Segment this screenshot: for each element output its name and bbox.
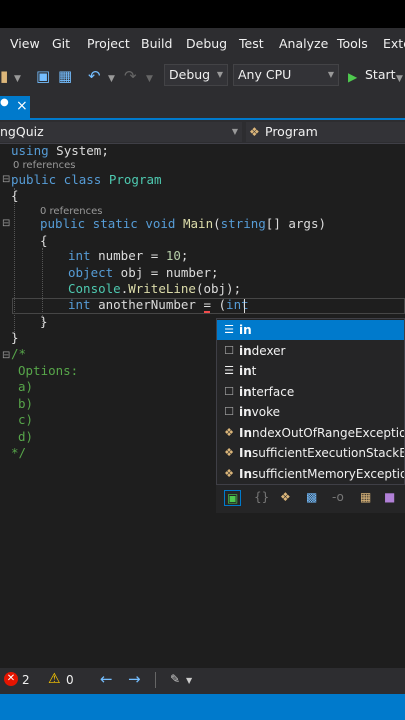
class-icon: ❖ bbox=[224, 426, 234, 439]
interface-filter-icon[interactable]: -o bbox=[332, 490, 344, 504]
completion-item[interactable]: ❖ InsufficientMemoryException bbox=[217, 464, 404, 484]
struct-filter-icon[interactable]: ▩ bbox=[306, 490, 317, 504]
completion-item[interactable]: ☰ int bbox=[217, 361, 404, 381]
undo-icon[interactable]: ↶ bbox=[88, 66, 101, 86]
code-line: } bbox=[11, 330, 19, 345]
undo-dropdown-icon[interactable]: ▼ bbox=[108, 69, 115, 89]
save-icon[interactable]: ▣ bbox=[36, 66, 50, 86]
status-bar bbox=[0, 694, 405, 720]
document-tab-strip: ● × bbox=[0, 96, 405, 120]
save-all-icon[interactable]: ▦ bbox=[58, 66, 72, 86]
enum-filter-icon[interactable]: ▦ bbox=[360, 490, 371, 504]
start-button[interactable]: Start bbox=[365, 67, 396, 82]
completion-item[interactable]: ☐ indexer bbox=[217, 341, 404, 361]
project-name: ngQuiz bbox=[0, 124, 44, 139]
chevron-down-icon[interactable]: ▼ bbox=[14, 69, 21, 89]
code-line: using System; bbox=[11, 143, 109, 158]
arrow-left-icon[interactable]: ← bbox=[100, 670, 113, 688]
warning-icon[interactable]: ⚠ bbox=[48, 671, 61, 687]
menu-debug[interactable]: Debug bbox=[186, 36, 227, 51]
close-icon[interactable]: × bbox=[16, 98, 28, 114]
code-line: { bbox=[40, 233, 48, 248]
platform-value: Any CPU bbox=[238, 67, 292, 82]
indent-guide bbox=[14, 188, 15, 338]
comment-line: d) bbox=[18, 429, 34, 444]
class-icon: ❖ bbox=[224, 446, 234, 459]
redo-icon[interactable]: ↷ bbox=[124, 66, 137, 86]
separator bbox=[155, 672, 156, 688]
project-dropdown[interactable]: ngQuiz ▼ bbox=[0, 122, 242, 142]
menu-test[interactable]: Test bbox=[239, 36, 264, 51]
error-icon[interactable]: ✕ bbox=[4, 672, 18, 686]
menu-tools[interactable]: Tools bbox=[337, 36, 368, 51]
brush-icon[interactable]: ✎ bbox=[170, 672, 180, 686]
comment-line: /* bbox=[11, 346, 27, 361]
current-line-highlight bbox=[12, 298, 405, 314]
document-tab[interactable]: ● × bbox=[0, 96, 30, 118]
class-icon: ❖ bbox=[249, 125, 260, 139]
code-line: int number = 10; bbox=[68, 248, 189, 263]
code-line: } bbox=[40, 314, 48, 329]
warning-count[interactable]: 0 bbox=[66, 673, 74, 687]
comment-line: b) bbox=[18, 396, 34, 411]
class-filter-icon[interactable]: ❖ bbox=[280, 490, 291, 504]
code-line: object obj = number; bbox=[68, 265, 219, 280]
intellisense-popup[interactable]: ☰ in ☐ indexer ☰ int ☐ interface ☐ invok… bbox=[216, 318, 405, 512]
delegate-filter-icon[interactable]: ■ bbox=[384, 490, 395, 504]
toolbar: ▮ ▼ ▣ ▦ ↶ ▼ ↷ ▼ Debug ▼ Any CPU ▼ ▶ Star… bbox=[0, 60, 405, 96]
comment-line: c) bbox=[18, 412, 34, 427]
code-line: public class Program bbox=[11, 172, 162, 187]
menu-bar: View Git Project Build Debug Test Analyz… bbox=[0, 28, 405, 60]
keyword-icon: ☰ bbox=[224, 323, 234, 336]
code-line: { bbox=[11, 188, 19, 203]
pin-icon[interactable]: ● bbox=[0, 97, 9, 108]
completion-item[interactable]: ❖ InndexOutOfRangeException bbox=[217, 423, 404, 443]
chevron-down-icon: ▼ bbox=[231, 127, 238, 136]
completion-item[interactable]: ☐ interface bbox=[217, 382, 404, 402]
comment-line: */ bbox=[11, 445, 27, 460]
chevron-down-icon: ▼ bbox=[327, 70, 334, 79]
chevron-down-icon[interactable]: ▼ bbox=[186, 676, 192, 685]
code-line: public static void Main(string[] args) bbox=[40, 216, 327, 231]
class-icon: ❖ bbox=[224, 467, 234, 480]
completion-item[interactable]: ☐ invoke bbox=[217, 402, 404, 422]
keyword-icon: ☰ bbox=[224, 364, 234, 377]
navigation-bar: ngQuiz ▼ ❖ Program bbox=[0, 120, 405, 144]
chevron-down-icon: ▼ bbox=[216, 70, 223, 79]
editor-status-row: ✕ 2 ⚠ 0 ← → ✎ ▼ bbox=[0, 668, 405, 694]
type-name: Program bbox=[265, 124, 318, 139]
menu-project[interactable]: Project bbox=[87, 36, 130, 51]
comment-line: Options: bbox=[18, 363, 79, 378]
error-count[interactable]: 2 bbox=[22, 673, 30, 687]
collapse-icon[interactable]: ⊟ bbox=[2, 218, 10, 229]
arrow-right-icon[interactable]: → bbox=[128, 670, 141, 688]
start-dropdown-icon[interactable]: ▼ bbox=[396, 69, 403, 89]
platform-select[interactable]: Any CPU ▼ bbox=[233, 64, 339, 86]
collapse-icon[interactable]: ⊟ bbox=[2, 174, 10, 185]
snippet-icon: ☐ bbox=[224, 344, 234, 357]
collapse-icon[interactable]: ⊟ bbox=[2, 350, 10, 361]
menu-git[interactable]: Git bbox=[52, 36, 70, 51]
configuration-value: Debug bbox=[169, 67, 211, 82]
completion-item[interactable]: ☰ in bbox=[217, 320, 404, 340]
namespace-filter-icon[interactable]: {} bbox=[254, 490, 269, 504]
menu-analyze[interactable]: Analyze bbox=[279, 36, 328, 51]
configuration-select[interactable]: Debug ▼ bbox=[164, 64, 228, 86]
completion-filter-bar: ▣ {} ❖ ▩ -o ▦ ■ bbox=[216, 484, 405, 513]
play-icon[interactable]: ▶ bbox=[348, 67, 357, 87]
expand-filter-icon[interactable]: ▣ bbox=[224, 490, 242, 506]
completion-item[interactable]: ❖ InsufficientExecutionStackExcepti bbox=[217, 443, 404, 463]
window-top-strip bbox=[0, 0, 405, 28]
code-line: Console.WriteLine(obj); bbox=[68, 281, 242, 296]
open-folder-icon[interactable]: ▮ bbox=[0, 66, 8, 86]
menu-build[interactable]: Build bbox=[141, 36, 172, 51]
redo-dropdown-icon[interactable]: ▼ bbox=[146, 69, 153, 89]
menu-view[interactable]: View bbox=[10, 36, 40, 51]
comment-line: a) bbox=[18, 379, 34, 394]
snippet-icon: ☐ bbox=[224, 405, 234, 418]
menu-extensions[interactable]: Exte bbox=[383, 36, 405, 51]
snippet-icon: ☐ bbox=[224, 385, 234, 398]
type-dropdown[interactable]: ❖ Program bbox=[246, 122, 405, 142]
